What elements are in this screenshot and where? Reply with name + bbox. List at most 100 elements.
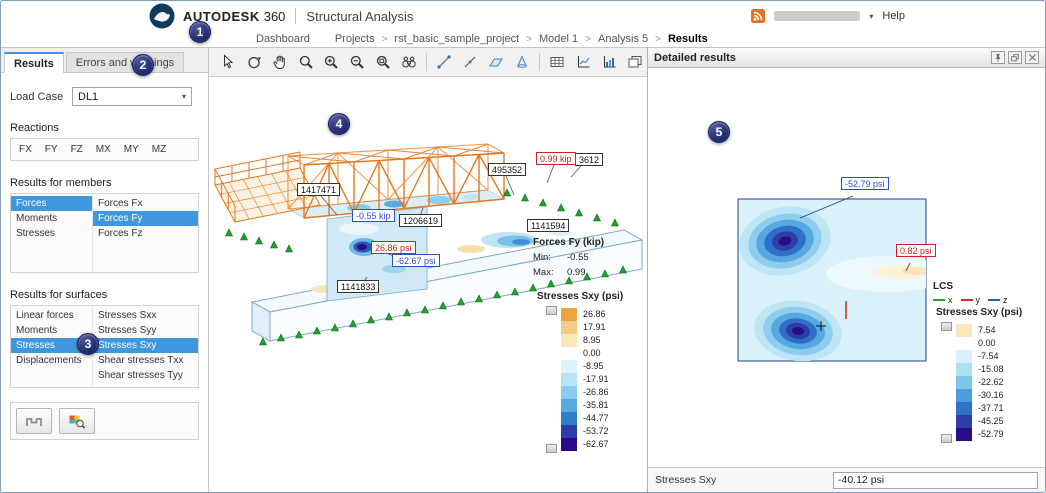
legend-value: -44.77 <box>583 413 609 423</box>
surface-option-sxx[interactable]: Stresses Sxx <box>93 308 198 323</box>
reaction-fz[interactable]: FZ <box>71 144 83 155</box>
windows-layout-icon <box>628 56 642 68</box>
x-axis-line-icon <box>933 299 945 301</box>
breadcrumb-item-projects[interactable]: Projects <box>335 33 375 45</box>
legend-value: -15.08 <box>978 364 1004 374</box>
reaction-fy[interactable]: FY <box>45 144 58 155</box>
stress-readout-field[interactable] <box>833 471 1038 489</box>
zoom-window-tool-button[interactable] <box>293 50 318 74</box>
lcs-x-axis: x <box>933 295 953 305</box>
z-axis-line-icon <box>988 299 1000 301</box>
breadcrumb-separator: > <box>381 33 388 45</box>
legend-band: -30.16 <box>956 389 1022 402</box>
table-tool-button[interactable] <box>545 50 570 74</box>
member-category-moments[interactable]: Moments <box>11 211 92 226</box>
surface-option-syy[interactable]: Stresses Syy <box>93 323 198 338</box>
load-case-select[interactable]: DL1 ▾ <box>72 87 192 106</box>
legend-slider-top[interactable] <box>546 306 557 315</box>
legend-swatch <box>561 334 577 347</box>
surface-option-tyy[interactable]: Shear stresses Tyy <box>93 368 198 383</box>
legend-value: 17.91 <box>583 322 606 332</box>
legend-slider-bottom[interactable] <box>546 444 557 453</box>
node-tool-button[interactable] <box>458 50 483 74</box>
callout-badge-5: 5 <box>708 121 730 143</box>
legend-band: 0.00 <box>956 337 1022 350</box>
pan-tool-button[interactable] <box>268 50 293 74</box>
legend-value: -22.62 <box>978 377 1004 387</box>
section-icon <box>26 418 42 426</box>
zoom-out-tool-button[interactable] <box>345 50 370 74</box>
reaction-my[interactable]: MY <box>124 144 139 155</box>
surface-option-txx[interactable]: Shear stresses Txx <box>93 353 198 368</box>
member-option-forces-fx[interactable]: Forces Fx <box>93 196 198 211</box>
zoom-in-tool-button[interactable] <box>319 50 344 74</box>
model-label-node: 1417471 <box>297 183 341 196</box>
restore-button[interactable] <box>1008 51 1022 64</box>
app-window: AUTODESK 360 Structural Analysis ▾ Help … <box>0 0 1046 493</box>
binoculars-icon <box>401 56 416 68</box>
close-icon <box>1028 54 1036 61</box>
close-button[interactable] <box>1025 51 1039 64</box>
breadcrumb-item-model[interactable]: Model 1 <box>539 33 578 45</box>
detail-legend-slider-top[interactable] <box>941 322 952 331</box>
breadcrumb: Dashboard Projects > rst_basic_sample_pr… <box>1 31 1045 47</box>
surface-tool-button[interactable] <box>483 50 508 74</box>
section-view-button[interactable] <box>16 408 52 434</box>
pin-button[interactable] <box>991 51 1005 64</box>
chart-tool-button[interactable] <box>596 50 621 74</box>
legend-band: -15.08 <box>956 363 1022 376</box>
select-tool-button[interactable] <box>216 50 241 74</box>
detail-legend-slider-bottom[interactable] <box>941 434 952 443</box>
user-name-redacted[interactable] <box>774 11 861 21</box>
surface-option-sxy[interactable]: Stresses Sxy <box>93 338 198 353</box>
tab-errors-warnings[interactable]: Errors and warnings <box>65 52 185 72</box>
breadcrumb-item-dashboard[interactable]: Dashboard <box>256 33 310 45</box>
legend-band: 8.95 <box>561 334 623 347</box>
legend-value: 0.00 <box>583 348 601 358</box>
member-category-forces[interactable]: Forces <box>11 196 92 211</box>
reactions-box: FX FY FZ MX MY MZ <box>10 138 199 161</box>
main-toolbar <box>209 48 647 77</box>
forces-min-label: Min: <box>533 252 551 263</box>
axes-graph-icon <box>578 56 590 68</box>
legend-value: -37.71 <box>978 403 1004 413</box>
legend-swatch <box>956 415 972 428</box>
load-case-value: DL1 <box>78 90 99 103</box>
legend-value: 26.86 <box>583 309 606 319</box>
surface-category-displacements[interactable]: Displacements <box>11 353 92 368</box>
notifications-feed-icon[interactable] <box>751 9 766 23</box>
lcs-z-axis: z <box>988 295 1008 305</box>
legend-value: -62.67 <box>583 439 609 449</box>
tab-results[interactable]: Results <box>4 52 64 73</box>
user-menu-caret-icon[interactable]: ▾ <box>869 12 873 21</box>
breadcrumb-item-project[interactable]: rst_basic_sample_project <box>394 33 519 45</box>
breadcrumb-item-analysis[interactable]: Analysis 5 <box>598 33 648 45</box>
help-link[interactable]: Help <box>882 10 905 22</box>
find-tool-button[interactable] <box>396 50 421 74</box>
layout-tool-button[interactable] <box>622 50 647 74</box>
legend-swatch <box>561 308 577 321</box>
breadcrumb-item-results: Results <box>667 33 708 45</box>
orbit-tool-button[interactable] <box>242 50 267 74</box>
support-tool-button[interactable] <box>509 50 534 74</box>
zoom-fit-tool-button[interactable] <box>371 50 396 74</box>
legend-swatch <box>956 376 972 389</box>
model-label-node: 1141833 <box>337 280 380 293</box>
measure-tool-button[interactable] <box>432 50 457 74</box>
detail-stress-legend: Stresses Sxy (psi) 7.54 0.00 -7.54 -15.0… <box>936 307 1022 443</box>
reaction-mx[interactable]: MX <box>96 144 111 155</box>
member-option-forces-fz[interactable]: Forces Fz <box>93 226 198 241</box>
member-category-stresses[interactable]: Stresses <box>11 226 92 241</box>
surface-category-linear-forces[interactable]: Linear forces <box>11 308 92 323</box>
reaction-mz[interactable]: MZ <box>152 144 166 155</box>
model-viewport: 1417471 -0.55 kip 1206619 495352 3612 0.… <box>209 48 647 492</box>
legend-band: -44.77 <box>561 412 623 425</box>
legend-swatch <box>561 412 577 425</box>
graph-tool-button[interactable] <box>571 50 596 74</box>
forces-max-label: Max: <box>533 267 554 278</box>
model-canvas[interactable]: 1417471 -0.55 kip 1206619 495352 3612 0.… <box>209 77 647 492</box>
member-option-forces-fy[interactable]: Forces Fy <box>93 211 198 226</box>
reaction-fx[interactable]: FX <box>19 144 32 155</box>
legend-band: -26.86 <box>561 386 623 399</box>
result-explore-button[interactable] <box>59 408 95 434</box>
